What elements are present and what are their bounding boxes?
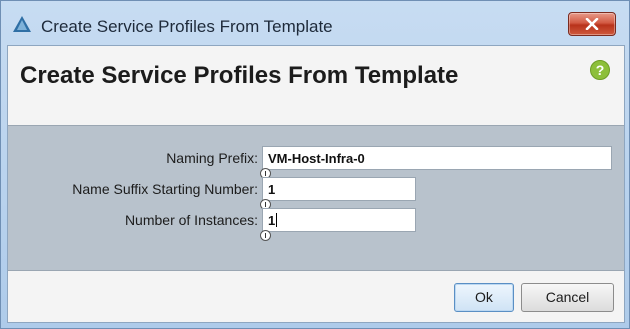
dialog-footer: Ok Cancel: [8, 271, 624, 322]
cancel-button[interactable]: Cancel: [521, 283, 614, 312]
suffix-start-value: 1: [268, 182, 276, 197]
naming-prefix-label: Naming Prefix:: [166, 150, 258, 166]
naming-prefix-input[interactable]: VM-Host-Infra-0: [262, 146, 612, 170]
instances-input[interactable]: 1: [262, 208, 416, 232]
app-triangle-icon: [13, 16, 31, 32]
naming-prefix-row: Naming Prefix: VM-Host-Infra-0: [8, 146, 624, 179]
suffix-start-row: Name Suffix Starting Number: 1: [8, 177, 624, 210]
close-icon: [585, 18, 599, 30]
naming-prefix-value: VM-Host-Infra-0: [268, 151, 365, 166]
dialog-header: Create Service Profiles From Template ?: [8, 46, 624, 126]
instances-row: Number of Instances: 1: [8, 208, 624, 241]
close-button[interactable]: [568, 12, 616, 36]
title-bar[interactable]: Create Service Profiles From Template: [1, 1, 629, 45]
window-title: Create Service Profiles From Template: [41, 17, 333, 36]
form-panel: Naming Prefix: VM-Host-Infra-0 Name Suff…: [8, 125, 624, 271]
text-caret: [276, 213, 278, 227]
instances-value: 1: [268, 213, 276, 228]
info-icon: [260, 230, 271, 241]
suffix-start-label: Name Suffix Starting Number:: [72, 181, 258, 197]
help-icon[interactable]: ?: [590, 60, 610, 80]
dialog-heading: Create Service Profiles From Template: [20, 62, 459, 89]
suffix-start-input[interactable]: 1: [262, 177, 416, 201]
instances-label: Number of Instances:: [124, 212, 258, 228]
dialog-window: Create Service Profiles From Template Cr…: [0, 0, 630, 329]
ok-button[interactable]: Ok: [454, 283, 514, 312]
dialog-body: Create Service Profiles From Template ? …: [7, 45, 625, 323]
